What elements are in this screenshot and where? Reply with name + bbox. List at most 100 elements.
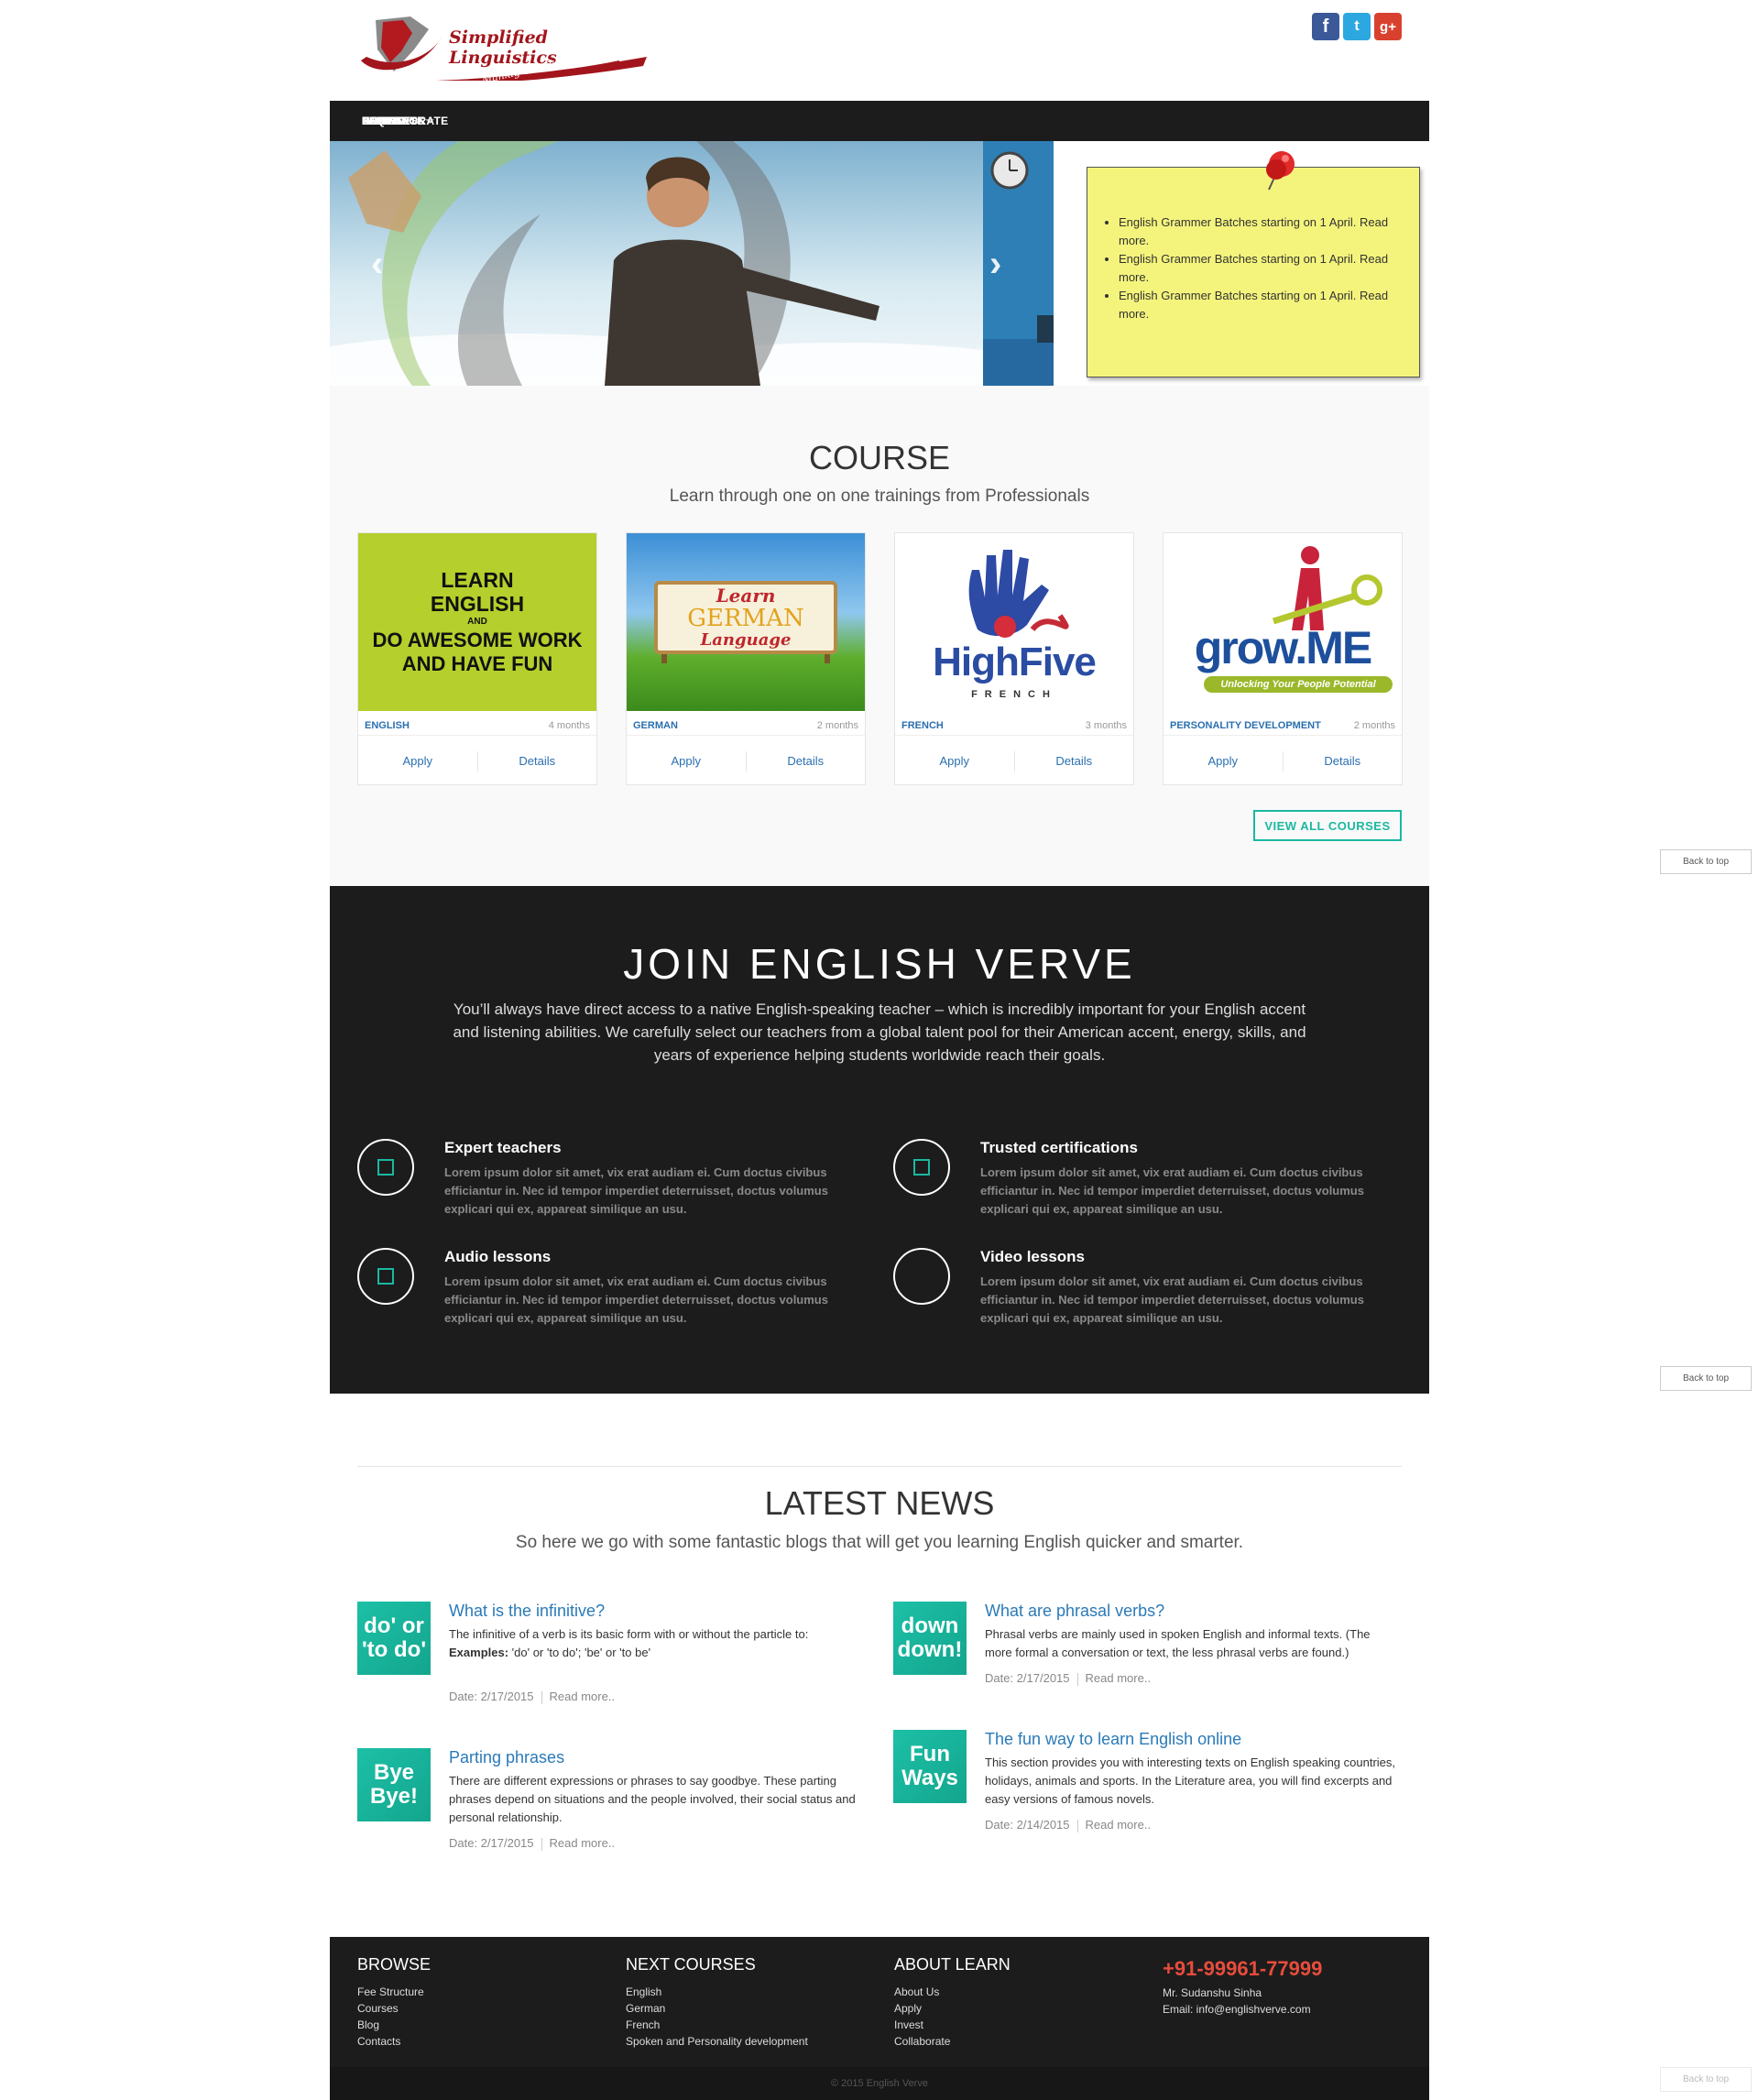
news-text: There are different expressions or phras… bbox=[449, 1774, 856, 1824]
course-image-personality[interactable]: grow.ME Unlocking Your People Potential bbox=[1164, 533, 1402, 711]
english-img-line: AND HAVE FUN bbox=[401, 652, 553, 675]
contact-email[interactable]: Email: info@englishverve.com bbox=[1163, 2001, 1419, 2018]
footer-link[interactable]: Blog bbox=[357, 2017, 614, 2033]
course-image-german[interactable]: Learn GERMAN Language bbox=[627, 533, 865, 711]
feature-trusted-certifications: Trusted certifications Lorem ipsum dolor… bbox=[893, 1139, 1406, 1240]
high-five-hand-icon bbox=[968, 550, 1069, 638]
footer-browse: BROWSE Fee Structure Courses Blog Contac… bbox=[357, 1955, 614, 2050]
feature-text: Lorem ipsum dolor sit amet, vix erat aud… bbox=[980, 1165, 1364, 1216]
news-title-link[interactable]: Parting phrases bbox=[449, 1748, 564, 1767]
back-to-top-button[interactable]: Back to top bbox=[1660, 2067, 1752, 2092]
course-duration: 4 months bbox=[548, 720, 590, 731]
news-title-link[interactable]: What is the infinitive? bbox=[449, 1602, 605, 1621]
footer-next-courses: NEXT COURSES English German French Spoke… bbox=[626, 1955, 882, 2050]
view-all-courses-button[interactable]: VIEW ALL COURSES bbox=[1253, 810, 1402, 841]
footer-link[interactable]: Invest bbox=[894, 2017, 1151, 2033]
course-section: COURSE Learn through one on one training… bbox=[330, 386, 1429, 886]
footer-heading: BROWSE bbox=[357, 1955, 432, 1974]
course-image-english[interactable]: LEARN ENGLISH AND DO AWESOME WORK AND HA… bbox=[358, 533, 596, 711]
news-thumbnail[interactable]: down down! bbox=[893, 1602, 967, 1675]
details-button[interactable]: Details bbox=[1015, 754, 1134, 768]
back-to-top-button[interactable]: Back to top bbox=[1660, 1366, 1752, 1391]
news-text: Phrasal verbs are mainly used in spoken … bbox=[985, 1627, 1371, 1659]
course-name[interactable]: ENGLISH bbox=[365, 720, 410, 731]
slider-prev-icon[interactable]: ‹ bbox=[371, 244, 383, 285]
news-meta: Date: 2/17/2015 Read more.. bbox=[449, 1836, 615, 1851]
english-img-line: DO AWESOME WORK bbox=[372, 629, 583, 651]
footer-heading: ABOUT LEARN bbox=[894, 1955, 1011, 1974]
course-actions: Apply Details bbox=[627, 735, 865, 786]
course-card-german: Learn GERMAN Language GERMAN 2 months Ap… bbox=[626, 532, 866, 785]
footer-link[interactable]: About Us bbox=[894, 1984, 1151, 2000]
apply-button[interactable]: Apply bbox=[1164, 754, 1283, 768]
news-text: This section provides you with interesti… bbox=[985, 1755, 1396, 1806]
site-logo[interactable]: Simplified Linguistics Mankig You Global bbox=[357, 13, 647, 86]
push-pin-icon bbox=[1266, 151, 1295, 191]
read-more-link[interactable]: Read more.. bbox=[1086, 1818, 1152, 1832]
feature-audio-lessons: Audio lessons Lorem ipsum dolor sit amet… bbox=[357, 1248, 870, 1349]
nav-item-contacts[interactable]: CONTACTS bbox=[362, 115, 866, 127]
contact-phone[interactable]: +91-99961-77999 bbox=[1163, 1957, 1419, 1981]
details-button[interactable]: Details bbox=[747, 754, 866, 768]
read-more-link[interactable]: Read more.. bbox=[550, 1690, 616, 1703]
logo-emblem-icon bbox=[361, 16, 442, 71]
news-meta: Date: 2/14/2015 Read more.. bbox=[985, 1818, 1151, 1832]
notice-item[interactable]: English Grammer Batches starting on 1 Ap… bbox=[1119, 213, 1412, 250]
sign-board: Learn GERMAN Language bbox=[654, 581, 837, 654]
news-thumbnail[interactable]: Bye Bye! bbox=[357, 1748, 431, 1821]
feature-icon bbox=[357, 1248, 414, 1305]
back-to-top-button[interactable]: Back to top bbox=[1660, 849, 1752, 874]
apply-button[interactable]: Apply bbox=[895, 754, 1014, 768]
news-thumbnail[interactable]: Fun Ways bbox=[893, 1730, 967, 1803]
facebook-icon[interactable]: f bbox=[1312, 13, 1339, 40]
slider-next-icon[interactable]: › bbox=[989, 244, 1001, 285]
details-button[interactable]: Details bbox=[1284, 754, 1403, 768]
feature-text: Lorem ipsum dolor sit amet, vix erat aud… bbox=[444, 1274, 828, 1325]
square-icon bbox=[377, 1159, 394, 1176]
feature-title: Trusted certifications bbox=[980, 1139, 1138, 1156]
english-img-line: ENGLISH bbox=[430, 592, 525, 616]
german-img-line: GERMAN bbox=[687, 605, 804, 632]
news-meta: Date: 2/17/2015 Read more.. bbox=[449, 1690, 615, 1704]
news-title-link[interactable]: The fun way to learn English online bbox=[985, 1730, 1241, 1749]
footer-link[interactable]: Collaborate bbox=[894, 2033, 1151, 2050]
feature-video-lessons: Video lessons Lorem ipsum dolor sit amet… bbox=[893, 1248, 1406, 1349]
news-meta: Date: 2/17/2015 Read more.. bbox=[985, 1671, 1151, 1686]
notice-list: English Grammer Batches starting on 1 Ap… bbox=[1098, 213, 1412, 323]
feature-title: Video lessons bbox=[980, 1248, 1086, 1265]
notice-item[interactable]: English Grammer Batches starting on 1 Ap… bbox=[1119, 287, 1412, 323]
footer-link[interactable]: Apply bbox=[894, 2000, 1151, 2017]
course-name[interactable]: GERMAN bbox=[633, 720, 678, 731]
apply-button[interactable]: Apply bbox=[627, 754, 746, 768]
read-more-link[interactable]: Read more.. bbox=[1086, 1671, 1152, 1685]
news-thumbnail[interactable]: do' or 'to do' bbox=[357, 1602, 431, 1675]
french-img-line: HighFive bbox=[933, 640, 1097, 684]
news-subtitle: So here we go with some fantastic blogs … bbox=[515, 1533, 1244, 1552]
personality-img-line: Unlocking Your People Potential bbox=[1204, 676, 1393, 693]
notice-item[interactable]: English Grammer Batches starting on 1 Ap… bbox=[1119, 250, 1412, 287]
news-text-part: The infinitive of a verb is its basic fo… bbox=[449, 1627, 809, 1641]
image-slider[interactable]: ‹ › bbox=[330, 141, 1054, 386]
twitter-icon[interactable]: t bbox=[1343, 13, 1371, 40]
join-text: You’ll always have direct access to a na… bbox=[453, 1001, 1306, 1064]
footer-link[interactable]: Spoken and Personality development bbox=[626, 2033, 882, 2050]
google-plus-icon[interactable]: g+ bbox=[1374, 13, 1402, 40]
footer-link[interactable]: English bbox=[626, 1984, 882, 2000]
apply-button[interactable]: Apply bbox=[358, 754, 477, 768]
french-img-line: FRENCH bbox=[971, 689, 1057, 700]
news-date: Date: 2/17/2015 bbox=[449, 1836, 534, 1850]
footer-link[interactable]: Contacts bbox=[357, 2033, 614, 2050]
footer-link[interactable]: German bbox=[626, 2000, 882, 2017]
news-title-link[interactable]: What are phrasal verbs? bbox=[985, 1602, 1164, 1621]
course-name[interactable]: FRENCH bbox=[901, 720, 944, 731]
course-name[interactable]: PERSONALITY DEVELOPMENT bbox=[1170, 720, 1321, 731]
footer-link[interactable]: French bbox=[626, 2017, 882, 2033]
read-more-link[interactable]: Read more.. bbox=[550, 1836, 616, 1850]
footer-link[interactable]: Fee Structure bbox=[357, 1984, 614, 2000]
details-button[interactable]: Details bbox=[478, 754, 597, 768]
news-text-bold: Examples: bbox=[449, 1646, 509, 1659]
footer-link[interactable]: Courses bbox=[357, 2000, 614, 2017]
course-image-french[interactable]: HighFive FRENCH bbox=[895, 533, 1133, 711]
course-duration: 3 months bbox=[1085, 720, 1127, 731]
feature-icon bbox=[357, 1139, 414, 1196]
